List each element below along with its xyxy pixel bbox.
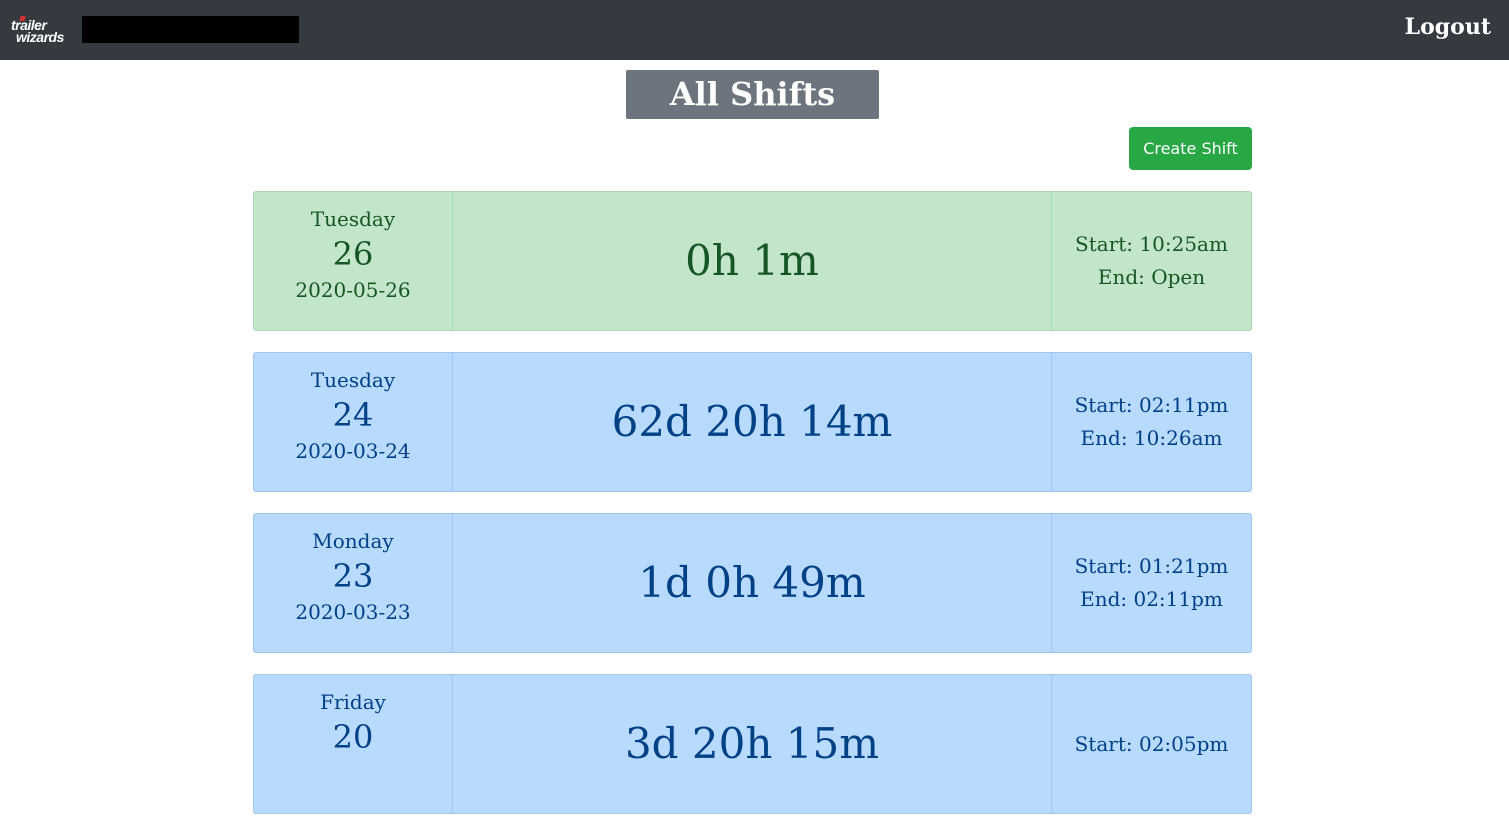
logout-link[interactable]: Logout bbox=[1405, 14, 1491, 40]
shift-full-date: 2020-03-23 bbox=[295, 600, 411, 624]
shift-start-time: Start: 01:21pm bbox=[1074, 554, 1229, 578]
shift-date-column: Monday 23 2020-03-23 bbox=[254, 514, 453, 652]
logo-text-line2: wizards bbox=[16, 29, 64, 45]
shift-times-column: Start: 10:25am End: Open bbox=[1052, 192, 1251, 330]
trailer-wizards-logo[interactable]: trailer wizards bbox=[10, 14, 70, 46]
shift-card[interactable]: Friday 20 3d 20h 15m Start: 02:05pm bbox=[253, 674, 1252, 814]
shift-date-column: Tuesday 24 2020-03-24 bbox=[254, 353, 453, 491]
shift-card[interactable]: Tuesday 26 2020-05-26 0h 1m Start: 10:25… bbox=[253, 191, 1252, 331]
shift-start-time: Start: 10:25am bbox=[1075, 232, 1228, 256]
shift-full-date: 2020-05-26 bbox=[295, 278, 411, 302]
shift-list: Tuesday 26 2020-05-26 0h 1m Start: 10:25… bbox=[253, 191, 1252, 835]
shift-duration: 3d 20h 15m bbox=[453, 675, 1052, 813]
shift-times-column: Start: 01:21pm End: 02:11pm bbox=[1052, 514, 1251, 652]
shift-card[interactable]: Tuesday 24 2020-03-24 62d 20h 14m Start:… bbox=[253, 352, 1252, 492]
shift-times-column: Start: 02:05pm bbox=[1052, 675, 1251, 813]
shift-duration: 0h 1m bbox=[453, 192, 1052, 330]
shift-day-number: 24 bbox=[332, 396, 374, 434]
shift-end-time: End: 10:26am bbox=[1080, 426, 1223, 450]
shift-card[interactable]: Monday 23 2020-03-23 1d 0h 49m Start: 01… bbox=[253, 513, 1252, 653]
shift-weekday: Tuesday bbox=[310, 207, 396, 231]
create-shift-button[interactable]: Create Shift bbox=[1129, 127, 1252, 170]
shift-day-number: 26 bbox=[332, 235, 374, 273]
shift-start-time: Start: 02:11pm bbox=[1074, 393, 1229, 417]
shift-day-number: 23 bbox=[332, 557, 374, 595]
shift-weekday: Monday bbox=[312, 529, 394, 553]
shift-weekday: Tuesday bbox=[310, 368, 396, 392]
shift-date-column: Friday 20 bbox=[254, 675, 453, 813]
shift-date-column: Tuesday 26 2020-05-26 bbox=[254, 192, 453, 330]
shift-day-number: 20 bbox=[332, 718, 374, 756]
shift-duration: 62d 20h 14m bbox=[453, 353, 1052, 491]
top-navbar: trailer wizards Logout bbox=[0, 0, 1509, 60]
shift-full-date: 2020-03-24 bbox=[295, 439, 411, 463]
shift-times-column: Start: 02:11pm End: 10:26am bbox=[1052, 353, 1251, 491]
shift-end-time: End: 02:11pm bbox=[1080, 587, 1223, 611]
shift-end-time: End: Open bbox=[1097, 265, 1206, 289]
page-title: All Shifts bbox=[626, 70, 879, 119]
shift-duration: 1d 0h 49m bbox=[453, 514, 1052, 652]
shift-weekday: Friday bbox=[320, 690, 386, 714]
redacted-username bbox=[82, 16, 299, 43]
shift-start-time: Start: 02:05pm bbox=[1074, 731, 1229, 756]
